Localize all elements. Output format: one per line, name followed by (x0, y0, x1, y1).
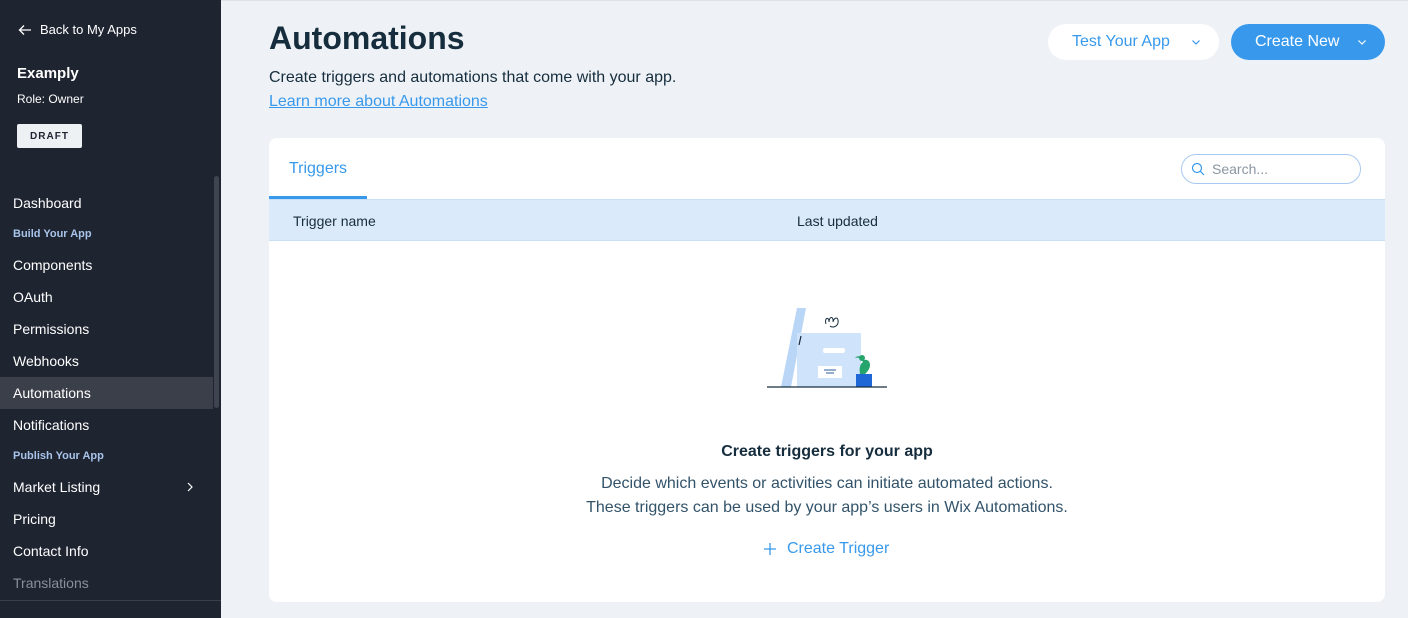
status-badge: DRAFT (17, 124, 82, 148)
chevron-down-icon (1192, 40, 1200, 45)
sidebar-divider (0, 600, 221, 601)
column-header-last-updated[interactable]: Last updated (797, 213, 878, 229)
arrow-left-icon (18, 24, 31, 35)
tab-triggers[interactable]: Triggers (269, 138, 367, 199)
search-icon (1191, 162, 1205, 176)
sidebar-nav: Dashboard Build Your App Components OAut… (0, 187, 213, 599)
back-label: Back to My Apps (40, 22, 137, 37)
sidebar: Back to My Apps Examply Role: Owner DRAF… (0, 0, 221, 618)
sidebar-section-build: Build Your App (13, 228, 92, 240)
sidebar-item-contact-info[interactable]: Contact Info (0, 535, 213, 567)
sidebar-item-oauth[interactable]: OAuth (0, 281, 213, 313)
back-to-apps-link[interactable]: Back to My Apps (18, 22, 137, 37)
column-header-trigger-name[interactable]: Trigger name (293, 213, 376, 229)
empty-state-line-2: These triggers can be used by your app’s… (586, 499, 1068, 516)
chevron-down-icon (1358, 40, 1366, 45)
sidebar-item-permissions[interactable]: Permissions (0, 313, 213, 345)
test-your-app-button[interactable]: Test Your App (1048, 24, 1219, 60)
sidebar-item-components[interactable]: Components (0, 249, 213, 281)
chevron-right-icon (187, 482, 193, 492)
sidebar-section-publish: Publish Your App (13, 450, 104, 462)
empty-state-line-1: Decide which events or activities can in… (601, 475, 1053, 492)
search-box[interactable] (1181, 154, 1361, 184)
sidebar-item-translations[interactable]: Translations (0, 567, 213, 599)
empty-state-description: Decide which events or activities can in… (269, 472, 1385, 520)
page-title: Automations (269, 20, 465, 56)
create-trigger-label: Create Trigger (787, 540, 890, 557)
empty-state-illustration (767, 308, 887, 388)
plus-icon (764, 543, 776, 555)
sidebar-item-webhooks[interactable]: Webhooks (0, 345, 213, 377)
sidebar-item-pricing[interactable]: Pricing (0, 503, 213, 535)
table-header: Trigger name Last updated (269, 199, 1385, 241)
create-new-button[interactable]: Create New (1231, 24, 1385, 60)
sidebar-item-automations[interactable]: Automations (0, 377, 213, 409)
button-label: Create New (1255, 33, 1340, 50)
learn-more-link[interactable]: Learn more about Automations (269, 93, 488, 111)
user-role: Role: Owner (17, 92, 84, 106)
sidebar-item-label: Market Listing (13, 479, 101, 495)
page-subtitle: Create triggers and automations that com… (269, 69, 677, 86)
sidebar-item-dashboard[interactable]: Dashboard (0, 187, 213, 219)
sidebar-scrollbar[interactable] (214, 176, 219, 408)
top-divider (221, 0, 1408, 1)
main-content: Automations Create triggers and automati… (221, 0, 1408, 618)
sidebar-item-market-listing[interactable]: Market Listing (0, 471, 213, 503)
sidebar-item-notifications[interactable]: Notifications (0, 409, 213, 441)
search-input[interactable] (1212, 161, 1352, 177)
app-name: Examply (17, 65, 79, 82)
empty-state-title: Create triggers for your app (721, 443, 933, 460)
triggers-card: Triggers Trigger name Last updated Creat… (269, 138, 1385, 602)
button-label: Test Your App (1072, 33, 1170, 50)
create-trigger-button[interactable]: Create Trigger (763, 538, 889, 560)
